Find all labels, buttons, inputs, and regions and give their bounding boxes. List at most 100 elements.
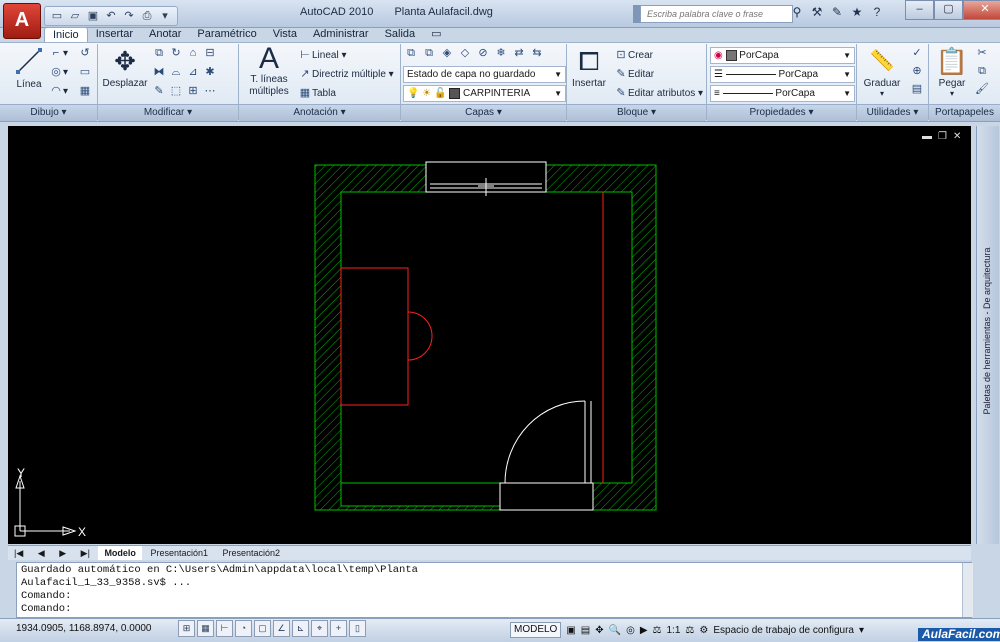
prev-layout-icon[interactable]: ◀ (32, 546, 51, 560)
mtext-button[interactable]: A T. líneas múltiples (246, 44, 292, 98)
panel-modificar[interactable]: Modificar ▾ (98, 104, 238, 121)
rotate-icon[interactable]: ↻ (169, 46, 183, 60)
tab-administrar[interactable]: Administrar (305, 27, 377, 42)
qat-dropdown-icon[interactable]: ▾ (157, 7, 173, 25)
minimize-button[interactable]: – (905, 0, 934, 20)
annotation-scale-value[interactable]: 1:1 (667, 625, 681, 636)
command-line[interactable]: Guardado automático en C:\Users\Admin\ap… (16, 562, 972, 618)
arc-icon[interactable]: ◠ ▾ (49, 84, 68, 98)
circle-icon[interactable]: ◎ ▾ (49, 65, 68, 79)
layer-match-icon[interactable]: ⇄ (512, 46, 526, 60)
first-layout-icon[interactable]: |◀ (8, 546, 29, 560)
next-layout-icon[interactable]: ▶ (53, 546, 72, 560)
layer-walk-icon[interactable]: ⇆ (530, 46, 544, 60)
annotation-visibility-icon[interactable]: ⚖ (685, 625, 694, 636)
panel-dibujo[interactable]: Dibujo ▾ (0, 104, 97, 121)
search-input[interactable]: Escriba palabra clave o frase (640, 5, 793, 23)
new-file-icon[interactable]: ▭ (49, 7, 65, 25)
viewport-restore-icon[interactable]: ❐ (938, 131, 947, 142)
pan-icon[interactable]: ✥ (595, 625, 603, 636)
move-button[interactable]: ✥ Desplazar (102, 46, 148, 89)
tab-inicio[interactable]: Inicio (44, 27, 88, 42)
tool-palette[interactable]: Paletas de herramientas - De arquitectur… (976, 126, 999, 544)
favorites-icon[interactable]: ★ (850, 5, 864, 19)
annotation-scale-icon[interactable]: ⚖ (653, 625, 662, 636)
steering-wheel-icon[interactable]: ◎ (626, 625, 635, 636)
zoom-icon[interactable]: 🔍 (609, 625, 621, 636)
lineweight-toggle-icon[interactable]: + (330, 620, 347, 637)
copy-icon[interactable]: ⧉ (152, 46, 166, 60)
layer-unisolate-icon[interactable]: ◇ (458, 46, 472, 60)
tab-insertar[interactable]: Insertar (88, 27, 141, 42)
snap-toggle-icon[interactable]: ⊞ (178, 620, 195, 637)
redo-icon[interactable]: ↷ (121, 7, 137, 25)
dimension-linear-button[interactable]: ⊢ Lineal ▾ (298, 48, 346, 62)
undo-icon[interactable]: ↶ (103, 7, 119, 25)
save-icon[interactable]: ▣ (85, 7, 101, 25)
model-space-button[interactable]: MODELO (510, 622, 562, 638)
array-icon[interactable]: ⊞ (186, 84, 200, 98)
trim-icon[interactable]: ⌂ (186, 46, 200, 60)
layer-off-icon[interactable]: ⊘ (476, 46, 490, 60)
command-prompt[interactable]: Comando: (21, 603, 967, 616)
polygon-icon[interactable]: ▭ (78, 65, 92, 79)
osnap-toggle-icon[interactable]: ▢ (254, 620, 271, 637)
quick-view-drawings-icon[interactable]: ▤ (581, 625, 590, 636)
tab-vista[interactable]: Vista (265, 27, 305, 42)
ducs-toggle-icon[interactable]: ⊾ (292, 620, 309, 637)
linetype-select[interactable]: ☰ PorCapa ▼ (710, 66, 855, 83)
select-similar-icon[interactable]: ⊕ (910, 64, 924, 78)
erase-icon[interactable]: ⊟ (203, 46, 217, 60)
dyn-toggle-icon[interactable]: ⌖ (311, 620, 328, 637)
create-block-button[interactable]: ⊡ Crear (614, 48, 653, 62)
explode-icon[interactable]: ✱ (203, 65, 217, 79)
line-button[interactable]: Línea (12, 46, 46, 90)
layer-select[interactable]: 💡 ☀ 🔓 CARPINTERIA ▼ (403, 85, 566, 102)
scale-icon[interactable]: ⬚ (169, 84, 183, 98)
layer-isolate-icon[interactable]: ◈ (440, 46, 454, 60)
chevron-down-icon[interactable]: ▾ (859, 625, 864, 636)
polar-toggle-icon[interactable]: ◔ (235, 620, 252, 637)
layer-states-icon[interactable]: ⧉ (422, 46, 436, 60)
tab-presentacion1[interactable]: Presentación1 (144, 546, 214, 560)
command-scrollbar[interactable] (962, 563, 973, 617)
mirror-icon[interactable]: ⧓ (152, 65, 166, 79)
binoculars-icon[interactable]: ⚲ (790, 5, 804, 19)
subscription-icon[interactable]: ⚒ (810, 5, 824, 19)
panel-bloque[interactable]: Bloque ▾ (567, 104, 706, 121)
offset-icon[interactable]: ✎ (152, 84, 166, 98)
tab-modelo[interactable]: Modelo (98, 546, 142, 560)
edit-block-button[interactable]: ✎ Editar (614, 67, 654, 81)
edit-attributes-button[interactable]: ✎ Editar atributos ▾ (614, 86, 703, 100)
open-file-icon[interactable]: ▱ (67, 7, 83, 25)
ribbon-minimize-icon[interactable]: ▭ (423, 27, 449, 42)
workspace-gear-icon[interactable]: ⚙ (699, 625, 708, 636)
panel-anotacion[interactable]: Anotación ▾ (239, 104, 400, 121)
copy-clip-icon[interactable]: ⧉ (975, 64, 989, 78)
ortho-toggle-icon[interactable]: ⊢ (216, 620, 233, 637)
coordinates-display[interactable]: 1934.0905, 1168.8974, 0.0000 (16, 623, 152, 634)
drawing-canvas[interactable]: Y X (8, 126, 971, 544)
hatch-icon[interactable]: ▦ (78, 84, 92, 98)
qp-toggle-icon[interactable]: ▯ (349, 620, 366, 637)
rectangle-icon[interactable]: ↺ (78, 46, 92, 60)
showmotion-icon[interactable]: ▶ (640, 625, 648, 636)
otrack-toggle-icon[interactable]: ∠ (273, 620, 290, 637)
fillet-icon[interactable]: ⌓ (169, 65, 183, 79)
stretch-icon[interactable]: ⊿ (186, 65, 200, 79)
maximize-button[interactable]: ▢ (934, 0, 963, 20)
close-button[interactable]: ✕ (963, 0, 1000, 20)
viewport-close-icon[interactable]: ✕ (953, 131, 961, 142)
tab-salida[interactable]: Salida (377, 27, 424, 42)
plot-icon[interactable]: ⎙ (139, 7, 155, 25)
calculator-icon[interactable]: ▤ (910, 82, 924, 96)
match-properties-icon[interactable]: 🖌 (975, 82, 989, 96)
grid-toggle-icon[interactable]: ▦ (197, 620, 214, 637)
insert-block-button[interactable]: ⧠ Insertar (570, 46, 608, 89)
panel-portapapeles[interactable]: Portapapeles (929, 104, 1000, 121)
layer-state-select[interactable]: Estado de capa no guardado ▼ (403, 66, 566, 83)
paste-button[interactable]: 📋 Pegar ▾ (932, 46, 972, 98)
tab-parametrico[interactable]: Paramétrico (189, 27, 264, 42)
tab-presentacion2[interactable]: Presentación2 (217, 546, 287, 560)
table-button[interactable]: ▦ Tabla (298, 86, 336, 100)
